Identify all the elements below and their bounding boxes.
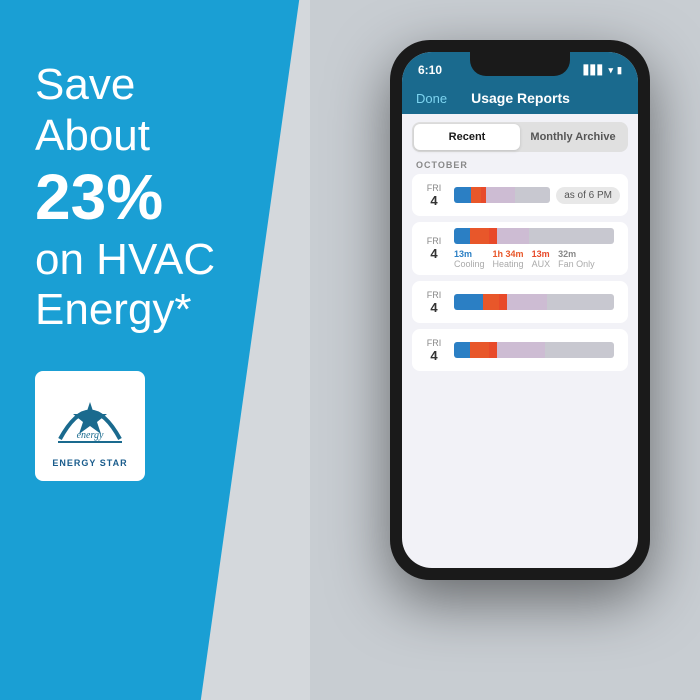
bar-idle-1 [515, 187, 551, 203]
day-num-2: 4 [420, 246, 448, 261]
wifi-icon: ▾ [609, 65, 614, 76]
bar-row-3 [454, 294, 614, 310]
phone-wrapper: 6:10 ▋▋▋ ▾ ▮ Done Usage Reports Recent [320, 40, 700, 700]
bar-row-2 [454, 228, 614, 244]
stat-heat: 1h 34m Heating [493, 249, 524, 269]
day-label-4: FRI 4 [420, 338, 448, 363]
status-icons: ▋▋▋ ▾ ▮ [584, 65, 622, 76]
bar-aux-4 [489, 342, 497, 358]
stat-aux: 13m AUX [532, 249, 551, 269]
line4: Energy* [35, 285, 192, 334]
bar-row-4 [454, 342, 614, 358]
bar-heat-1 [471, 187, 481, 203]
bar-cool-3 [454, 294, 483, 310]
bar-purple-3 [507, 294, 547, 310]
right-panel: 6:10 ▋▋▋ ▾ ▮ Done Usage Reports Recent [310, 0, 700, 700]
stat-cool-label: Cooling [454, 259, 485, 269]
bar-area-1 [454, 187, 550, 203]
day-num-4: 4 [420, 348, 448, 363]
usage-row-4: FRI 4 [412, 329, 628, 371]
bar-heat-4 [470, 342, 489, 358]
stat-fan-val: 32m [558, 249, 576, 259]
headline: Save About 23% on HVAC Energy* [35, 60, 280, 336]
stat-heat-label: Heating [493, 259, 524, 269]
day-name-4: FRI [420, 338, 448, 348]
bar-heat-2 [470, 228, 489, 244]
bar-idle-2 [529, 228, 614, 244]
bar-cool-4 [454, 342, 470, 358]
day-label-3: FRI 4 [420, 290, 448, 315]
bar-aux-3 [499, 294, 507, 310]
phone-screen: 6:10 ▋▋▋ ▾ ▮ Done Usage Reports Recent [402, 52, 638, 568]
status-time: 6:10 [418, 63, 442, 77]
as-of-badge: as of 6 PM [556, 187, 620, 204]
bar-idle-3 [547, 294, 614, 310]
stat-aux-label: AUX [532, 259, 551, 269]
energy-star-label: ENERGY STAR [52, 458, 127, 468]
signal-icon: ▋▋▋ [584, 65, 605, 76]
bar-idle-4 [545, 342, 614, 358]
bar-purple-4 [497, 342, 545, 358]
stat-fan-label: Fan Only [558, 259, 595, 269]
phone-notch [470, 52, 570, 76]
nav-title: Usage Reports [471, 90, 570, 106]
percent: 23% [35, 161, 280, 235]
bar-cool-1 [454, 187, 471, 203]
day-num-1: 4 [420, 193, 448, 208]
day-name-2: FRI [420, 236, 448, 246]
bar-aux-2 [489, 228, 497, 244]
day-name-3: FRI [420, 290, 448, 300]
line2: About [35, 111, 150, 160]
bar-row-1 [454, 187, 550, 203]
stat-cool: 13m Cooling [454, 249, 485, 269]
bar-heat-3 [483, 294, 499, 310]
stat-heat-val: 1h 34m [493, 249, 524, 259]
line3: on HVAC [35, 235, 215, 284]
usage-row-2: FRI 4 [412, 222, 628, 275]
stat-fan: 32m Fan Only [558, 249, 595, 269]
segment-control[interactable]: Recent Monthly Archive [412, 122, 628, 152]
phone-device: 6:10 ▋▋▋ ▾ ▮ Done Usage Reports Recent [390, 40, 650, 580]
energy-star-icon: energy [50, 384, 130, 456]
left-content: Save About 23% on HVAC Energy* energy EN… [0, 0, 310, 511]
line1: Save [35, 60, 135, 109]
bar-area-4 [454, 342, 614, 358]
usage-row-1: FRI 4 as of 6 PM [412, 174, 628, 216]
stat-cool-val: 13m [454, 249, 472, 259]
left-panel: Save About 23% on HVAC Energy* energy EN… [0, 0, 310, 700]
day-num-3: 4 [420, 300, 448, 315]
bar-area-3 [454, 294, 614, 310]
nav-done-button[interactable]: Done [416, 91, 447, 106]
bar-info-2: 13m Cooling 1h 34m Heating 13m AUX [454, 249, 614, 269]
bar-area-2: 13m Cooling 1h 34m Heating 13m AUX [454, 228, 614, 269]
battery-icon: ▮ [617, 65, 622, 76]
stat-aux-val: 13m [532, 249, 550, 259]
svg-text:energy: energy [77, 430, 104, 441]
day-label-2: FRI 4 [420, 236, 448, 261]
content-area: OCTOBER FRI 4 [402, 160, 638, 371]
bar-purple-1 [486, 187, 515, 203]
day-name-1: FRI [420, 183, 448, 193]
segment-recent[interactable]: Recent [414, 124, 520, 150]
segment-monthly[interactable]: Monthly Archive [520, 124, 626, 150]
nav-bar: Done Usage Reports [402, 84, 638, 114]
usage-row-3: FRI 4 [412, 281, 628, 323]
energy-star-badge: energy ENERGY STAR [35, 371, 145, 481]
bar-cool-2 [454, 228, 470, 244]
bar-purple-2 [497, 228, 529, 244]
day-label-1: FRI 4 [420, 183, 448, 208]
month-label: OCTOBER [416, 160, 628, 170]
